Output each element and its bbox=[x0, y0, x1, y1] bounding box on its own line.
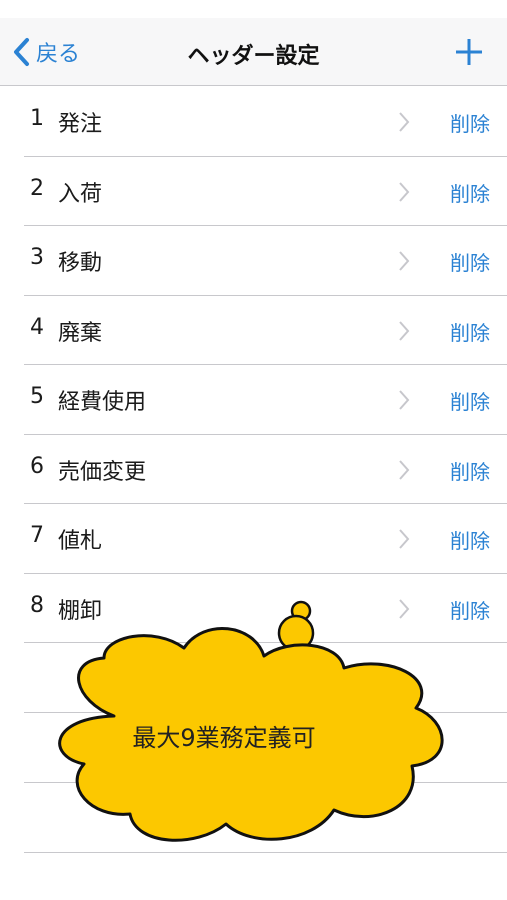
screen: 戻る ヘッダー設定 1 発注 削除 2 入荷 削除 3 移動 削除 4 廃棄 削… bbox=[0, 0, 507, 900]
chevron-right-icon bbox=[399, 529, 410, 549]
delete-button[interactable]: 削除 bbox=[450, 317, 490, 346]
delete-button[interactable]: 削除 bbox=[450, 595, 490, 624]
row-number: 2 bbox=[30, 175, 44, 201]
chevron-right-icon bbox=[399, 181, 410, 202]
delete-button[interactable]: 削除 bbox=[450, 178, 490, 207]
navigation-bar: 戻る ヘッダー設定 bbox=[0, 18, 507, 86]
delete-button[interactable]: 削除 bbox=[450, 456, 490, 485]
chevron-right-icon bbox=[399, 390, 410, 410]
row-number: 5 bbox=[30, 384, 44, 409]
row-label: 経費使用 bbox=[58, 390, 147, 415]
delete-button[interactable]: 削除 bbox=[450, 247, 490, 276]
page-title: ヘッダー設定 bbox=[187, 44, 320, 69]
list-item[interactable]: 2 入荷 削除 bbox=[0, 157, 507, 227]
list-item[interactable]: 5 経費使用 削除 bbox=[0, 365, 507, 435]
status-bar bbox=[0, 0, 507, 18]
chevron-right-icon bbox=[399, 251, 410, 271]
list-item[interactable]: 3 移動 削除 bbox=[0, 226, 507, 296]
row-number: 1 bbox=[30, 106, 44, 131]
row-number: 3 bbox=[30, 245, 44, 270]
chevron-right-icon bbox=[399, 112, 410, 132]
callout-text: 最大9業務定義可 bbox=[132, 724, 316, 752]
chevron-right-icon bbox=[399, 459, 410, 480]
delete-button[interactable]: 削除 bbox=[450, 108, 490, 137]
plus-icon[interactable] bbox=[453, 36, 485, 68]
list-item[interactable]: 4 廃棄 削除 bbox=[0, 296, 507, 366]
list-item[interactable]: 1 発注 削除 bbox=[0, 87, 507, 157]
row-number: 8 bbox=[30, 592, 44, 618]
row-number: 7 bbox=[30, 523, 44, 548]
row-label: 移動 bbox=[58, 251, 103, 276]
row-label: 廃棄 bbox=[58, 320, 103, 346]
delete-button[interactable]: 削除 bbox=[450, 525, 490, 554]
chevron-right-icon bbox=[399, 320, 410, 341]
list-item[interactable]: 6 売価変更 削除 bbox=[0, 435, 507, 505]
row-label: 発注 bbox=[58, 112, 103, 137]
row-number: 4 bbox=[30, 314, 44, 340]
delete-button[interactable]: 削除 bbox=[450, 386, 490, 415]
list-item[interactable]: 7 値札 削除 bbox=[0, 504, 507, 574]
row-label: 入荷 bbox=[58, 181, 103, 207]
row-label: 売価変更 bbox=[58, 459, 147, 485]
row-number: 6 bbox=[30, 453, 44, 479]
row-label: 値札 bbox=[58, 529, 103, 554]
